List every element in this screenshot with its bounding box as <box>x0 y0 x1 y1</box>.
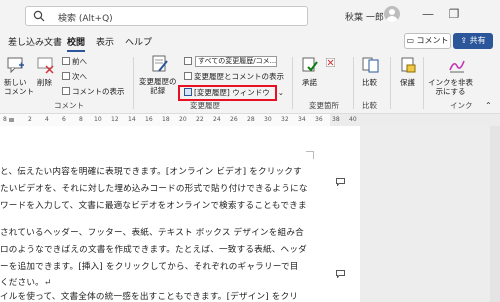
margin-mark <box>306 151 314 159</box>
scrollbar[interactable] <box>490 126 500 302</box>
comments-button[interactable]: ▭ コメント <box>404 33 451 49</box>
doc-line[interactable]: ください。↵ <box>0 276 51 288</box>
tab-review[interactable]: 校閲 <box>67 35 86 52</box>
tracking-group-label: 変更履歴 <box>190 101 220 110</box>
compare-icon <box>362 56 380 76</box>
search-icon <box>33 10 45 24</box>
protect-icon <box>399 56 417 76</box>
display-for-review[interactable]: すべての変更履歴/コメ... <box>184 56 277 67</box>
compare-group-label: 比較 <box>362 101 377 110</box>
tab-view[interactable]: 表示 <box>96 35 114 48</box>
new-comment-button[interactable]: 新しい コメント <box>4 78 34 96</box>
compare-button[interactable]: 比較 <box>362 78 377 87</box>
show-comments-button[interactable]: コメントの表示 <box>62 86 125 97</box>
hide-ink-icon <box>448 56 466 76</box>
show-markup-icon <box>184 72 192 80</box>
protect-button[interactable]: 保護 <box>400 78 415 87</box>
previous-comment-button[interactable]: 前へ <box>62 56 87 67</box>
ink-group-label: インク <box>450 101 473 110</box>
doc-line[interactable]: されているヘッダー、フッター、表紙、テキスト ボックス デザインを組み合 <box>0 226 304 238</box>
share-icon: ⇪ <box>460 36 468 45</box>
previous-comment-icon <box>62 57 70 65</box>
tab-help[interactable]: ヘルプ <box>125 35 152 48</box>
indent-marker[interactable] <box>9 118 14 122</box>
avatar[interactable] <box>384 6 400 22</box>
changes-group-label: 変更箇所 <box>309 101 339 110</box>
ruler: 8 2 4 6 8 10 12 14 16 18 20 22 24 26 28 … <box>0 114 500 126</box>
next-comment-button[interactable]: 次へ <box>62 71 87 82</box>
next-comment-icon <box>62 72 70 80</box>
reject-icon <box>325 57 336 69</box>
search-placeholder: 検索 (Alt+Q) <box>58 14 113 24</box>
comment-marker-icon[interactable] <box>336 270 345 280</box>
doc-line[interactable]: ーを追加できます。[挿入] をクリックしてから、それぞれのギャラリーで目 <box>0 260 299 272</box>
accept-icon <box>301 56 319 76</box>
user-name: 秋葉 一郎 <box>345 13 384 23</box>
doc-line[interactable]: イルを使って、文書全体の統一感を出すこともできます。[デザイン] をクリ <box>0 290 298 302</box>
collapse-ribbon-icon[interactable]: ⌃ <box>485 101 492 110</box>
doc-line[interactable]: たいビデオを、それに対した埋め込みコードの形式で貼り付けできるようにな <box>0 182 308 194</box>
comment-marker-icon[interactable] <box>336 178 345 188</box>
accept-button[interactable]: 承諾 <box>302 78 317 87</box>
hide-ink-button[interactable]: インクを非表 示にする <box>428 78 473 96</box>
doc-line[interactable]: と、伝えたい内容を明確に表現できます。[オンライン ビデオ] をクリックす <box>0 165 302 177</box>
delete-comment-icon <box>37 56 55 76</box>
display-for-review-dropdown[interactable]: すべての変更履歴/コメ... <box>195 56 277 67</box>
tab-mailings[interactable]: 差し込み文書 <box>8 35 62 48</box>
doc-line[interactable]: ワードを入力して、文書に最適なビデオをオンラインで検索することもできま <box>0 199 307 211</box>
chevron-down-icon: ⌄ <box>277 88 285 97</box>
share-button[interactable]: ⇪ 共有 <box>453 33 493 49</box>
search-box[interactable]: 検索 (Alt+Q) <box>25 6 308 26</box>
display-for-review-icon <box>184 57 192 65</box>
show-comments-icon <box>62 87 70 95</box>
highlight-box <box>178 85 277 101</box>
comments-group-label: コメント <box>54 101 84 110</box>
track-changes-button[interactable]: 変更履歴の 記録 <box>139 77 177 95</box>
doc-line[interactable]: ロのようなできばえの文書を作成できます。たとえば、一致する表紙、ヘッダ <box>0 243 307 255</box>
new-comment-icon <box>7 56 25 76</box>
minimize-button[interactable]: — <box>420 6 436 22</box>
restore-button[interactable]: ❐ <box>446 6 462 22</box>
show-markup-button[interactable]: 変更履歴とコメントの表示 <box>184 71 284 82</box>
track-changes-icon <box>150 55 170 77</box>
delete-comment-button[interactable]: 削除 <box>37 78 52 87</box>
comment-icon: ▭ <box>406 36 414 45</box>
